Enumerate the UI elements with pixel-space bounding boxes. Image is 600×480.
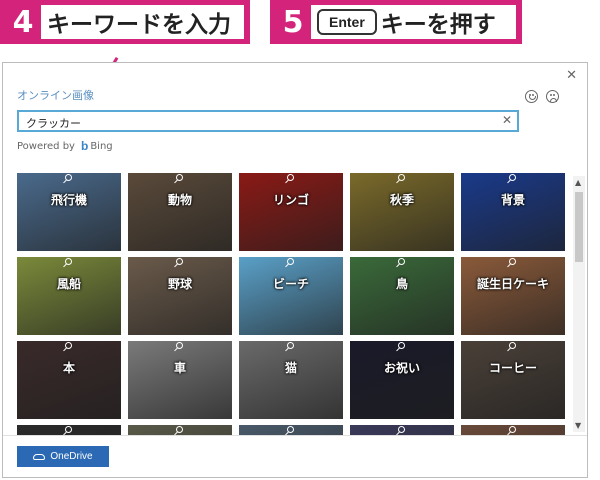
bing-label: Bing	[90, 140, 113, 152]
image-result-tile[interactable]: 秋季	[350, 173, 454, 251]
image-result-tile[interactable]	[461, 425, 565, 435]
tile-label: お祝い	[383, 361, 420, 375]
image-result-tile[interactable]: 風船	[17, 257, 121, 335]
image-results-grid: 飛行機 動物 リンゴ 秋季 背景風船 野球 ビーチ 鳥 誕生日ケーキ本 車 猫 お祝い コーヒー	[17, 173, 573, 435]
magnifier-icon	[176, 342, 183, 349]
close-icon[interactable]: ✕	[566, 68, 577, 83]
image-result-tile[interactable]: 誕生日ケーキ	[461, 257, 565, 335]
step-number: 4	[12, 4, 34, 40]
image-result-tile[interactable]	[239, 425, 343, 435]
callout-step-4: 4 キーワードを入力	[0, 0, 250, 44]
tile-label: 風船	[56, 277, 81, 291]
magnifier-icon	[176, 258, 183, 265]
tile-label: 本	[62, 361, 75, 375]
scroll-up-icon[interactable]: ▲	[575, 178, 581, 187]
magnifier-icon	[65, 342, 72, 349]
tile-label: 鳥	[395, 277, 408, 291]
magnifier-icon	[398, 426, 405, 433]
image-result-tile[interactable]: コーヒー	[461, 341, 565, 419]
online-pictures-dialog: ✕ オンライン画像 ✕ Powered by b Bing 飛行機 動物 リンゴ 秋季…	[2, 62, 588, 478]
results-scrollbar[interactable]: ▲ ▼	[573, 176, 585, 432]
magnifier-icon	[65, 174, 72, 181]
tile-label: 秋季	[389, 193, 414, 207]
cloud-icon	[33, 453, 46, 460]
powered-by-label: Powered by	[17, 140, 75, 152]
magnifier-icon	[176, 174, 183, 181]
magnifier-icon	[398, 258, 405, 265]
image-result-tile[interactable]	[350, 425, 454, 435]
image-result-tile[interactable]: 動物	[128, 173, 232, 251]
image-result-tile[interactable]: 野球	[128, 257, 232, 335]
callout-step-5: 5 Enter キーを押す	[270, 0, 522, 44]
tile-label: 誕生日ケーキ	[476, 277, 549, 291]
step-number: 5	[282, 4, 304, 40]
image-result-tile[interactable]: リンゴ	[239, 173, 343, 251]
step-text: キーを押す	[380, 12, 496, 38]
frown-icon[interactable]	[546, 90, 559, 103]
magnifier-icon	[509, 258, 516, 265]
onedrive-label: OneDrive	[50, 451, 93, 462]
image-result-tile[interactable]: 飛行機	[17, 173, 121, 251]
image-result-tile[interactable]: 鳥	[350, 257, 454, 335]
image-result-tile[interactable]: 背景	[461, 173, 565, 251]
scroll-down-icon[interactable]: ▼	[575, 421, 581, 430]
step-text: キーワードを入力	[47, 12, 231, 38]
magnifier-icon	[398, 342, 405, 349]
magnifier-icon	[509, 426, 516, 433]
search-input[interactable]	[24, 114, 498, 132]
image-result-tile[interactable]: ビーチ	[239, 257, 343, 335]
onedrive-button[interactable]: OneDrive	[17, 446, 109, 467]
step-instruction: Enter キーを押す	[311, 5, 516, 39]
feedback-buttons	[525, 90, 559, 103]
tile-label: ビーチ	[272, 277, 309, 291]
image-result-tile[interactable]: 本	[17, 341, 121, 419]
magnifier-icon	[398, 174, 405, 181]
image-result-tile[interactable]: お祝い	[350, 341, 454, 419]
scroll-thumb[interactable]	[575, 192, 583, 262]
tile-label: 猫	[284, 361, 297, 375]
image-result-tile[interactable]: 猫	[239, 341, 343, 419]
magnifier-icon	[287, 174, 294, 181]
tile-label: リンゴ	[272, 193, 309, 207]
enter-keycap: Enter	[317, 9, 377, 35]
tile-label: 動物	[167, 193, 192, 207]
magnifier-icon	[65, 426, 72, 433]
image-result-tile[interactable]	[128, 425, 232, 435]
magnifier-icon	[65, 258, 72, 265]
bing-icon: b	[80, 139, 89, 153]
dialog-title: オンライン画像	[17, 89, 94, 102]
tile-label: 背景	[500, 193, 525, 207]
tile-label: 野球	[167, 277, 192, 291]
tile-label: 車	[173, 361, 186, 375]
tile-label: コーヒー	[488, 361, 537, 375]
step-instruction: キーワードを入力	[41, 5, 244, 39]
magnifier-icon	[287, 258, 294, 265]
powered-by: Powered by b Bing	[17, 139, 113, 153]
search-box: ✕	[17, 110, 519, 132]
tile-label: 飛行機	[50, 193, 87, 207]
magnifier-icon	[509, 174, 516, 181]
clear-icon[interactable]: ✕	[502, 113, 512, 127]
footer-divider	[3, 435, 587, 436]
magnifier-icon	[176, 426, 183, 433]
magnifier-icon	[509, 342, 516, 349]
magnifier-icon	[287, 426, 294, 433]
smile-icon[interactable]	[525, 90, 538, 103]
image-result-tile[interactable]: 車	[128, 341, 232, 419]
image-result-tile[interactable]	[17, 425, 121, 435]
magnifier-icon	[287, 342, 294, 349]
